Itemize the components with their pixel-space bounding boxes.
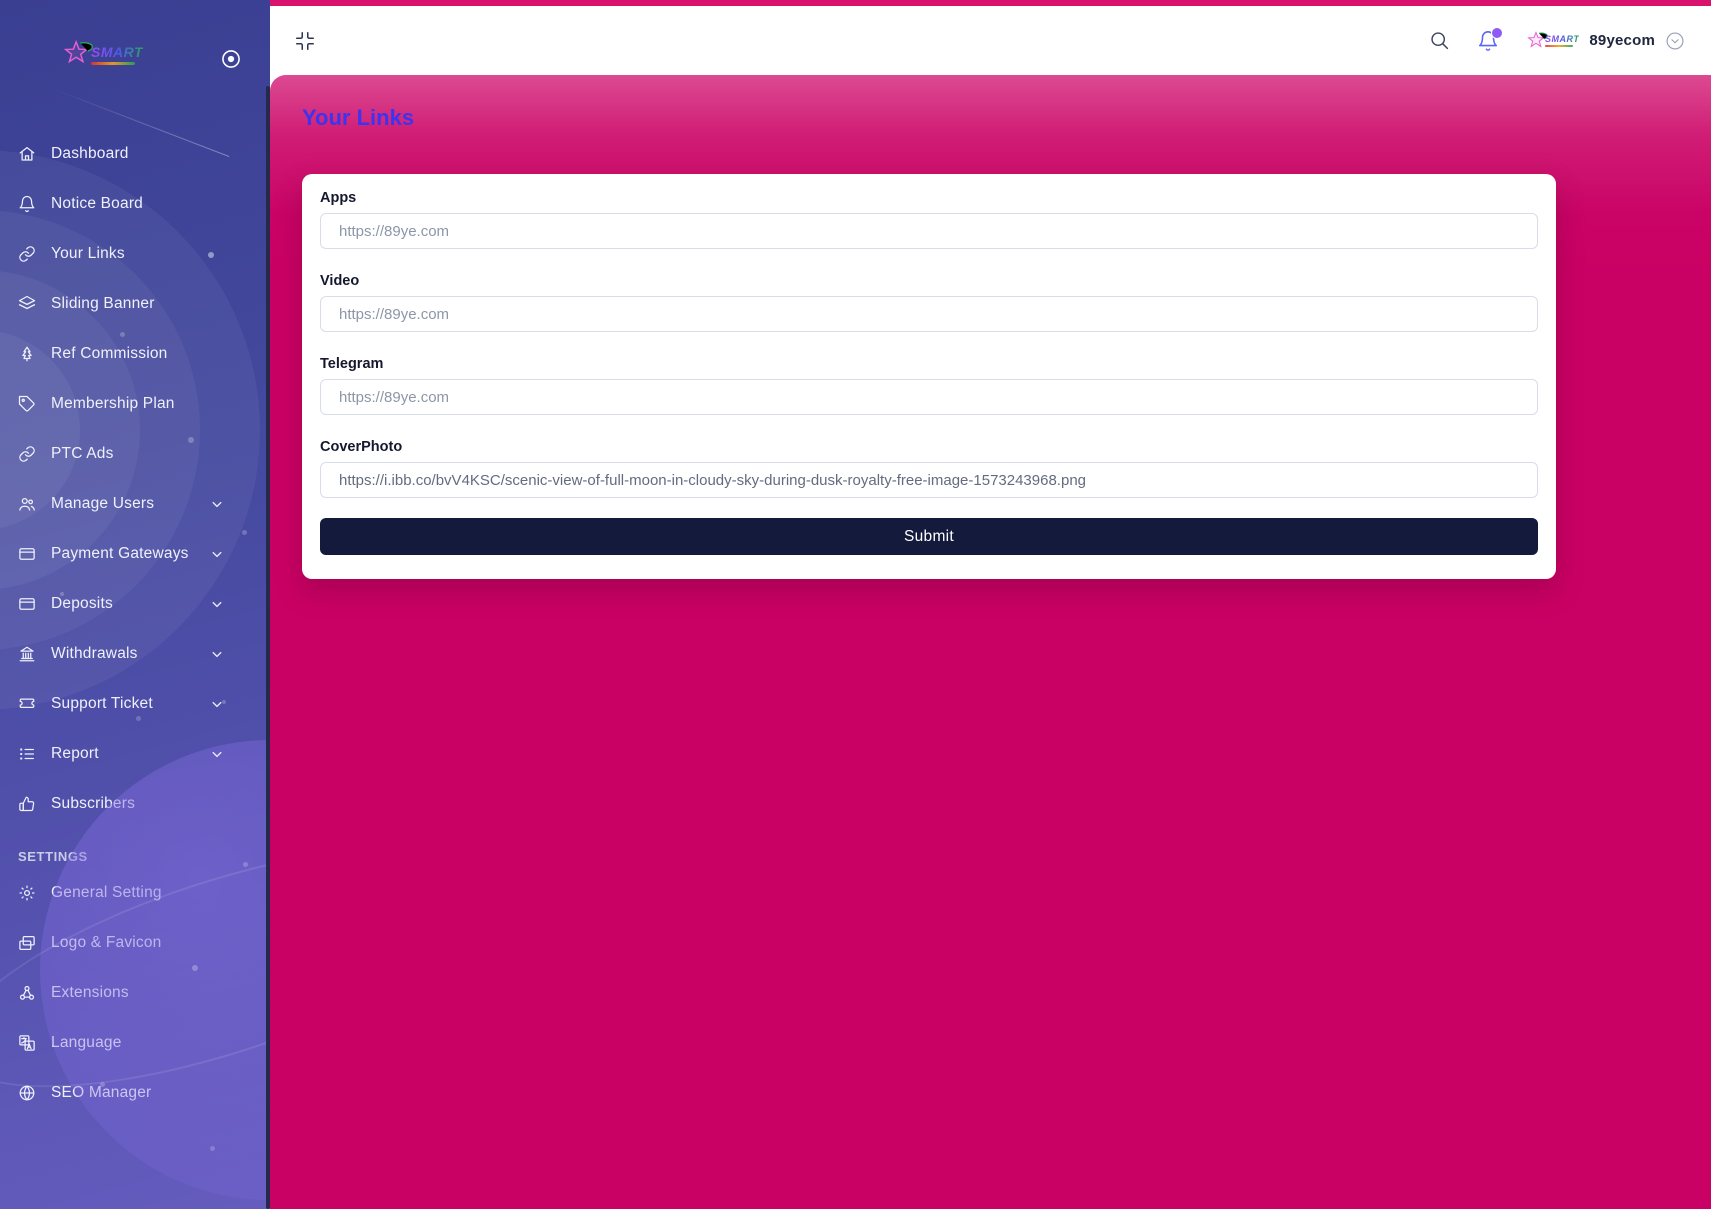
coverphoto-input[interactable] (320, 462, 1538, 498)
apps-field-label: Apps (320, 190, 357, 206)
sidebar-item-label: Support Ticket (51, 695, 153, 712)
brand-logo-underline (1545, 45, 1574, 47)
chevron-down-circle-icon[interactable] (1665, 31, 1685, 51)
sidebar-item-label: Dashboard (51, 145, 129, 162)
sidebar: SMART Dashboard Notice Board Your Links … (0, 0, 270, 1209)
page-title: Your Links (302, 105, 415, 130)
chevron-down-icon (208, 748, 226, 761)
search-button[interactable] (1429, 30, 1450, 51)
username-label: 89yecom (1589, 32, 1655, 49)
decor-dot (243, 862, 248, 867)
chevron-down-icon (208, 698, 226, 711)
submit-button[interactable]: Submit (320, 518, 1538, 555)
brand-logo[interactable]: SMART (62, 37, 143, 71)
thumbs-up-icon (18, 795, 36, 813)
video-input[interactable] (320, 296, 1538, 332)
decor-dot (192, 965, 198, 971)
decor-dot (188, 437, 194, 443)
sidebar-toggle-button[interactable] (220, 48, 242, 70)
chevron-down-icon (208, 648, 226, 661)
content-area: Your Links Apps Video Telegram CoverPhot… (270, 75, 1711, 1209)
coverphoto-field-label: CoverPhoto (320, 439, 403, 455)
images-icon (18, 934, 36, 952)
decor-dot (100, 1082, 105, 1087)
brand-logo-text: SMART (1545, 34, 1580, 44)
decor-dot (136, 716, 141, 721)
content-inner: Your Links Apps Video Telegram CoverPhot… (270, 75, 1711, 579)
topbar: SMART 89yecom (270, 6, 1711, 75)
decor-dot (208, 252, 214, 258)
decor-dot (242, 530, 247, 535)
collapse-sidebar-button[interactable] (294, 30, 316, 52)
main-area: SMART 89yecom Your Links Apps Video Tele… (270, 0, 1711, 1209)
decor-dot (210, 1146, 215, 1151)
video-field-label: Video (320, 273, 360, 289)
chevron-down-icon (208, 598, 226, 611)
telegram-input[interactable] (320, 379, 1538, 415)
brand-logo: SMART (1526, 29, 1579, 53)
chevron-down-icon (208, 498, 226, 511)
decor-dot (60, 592, 64, 596)
notifications-button[interactable] (1477, 26, 1504, 52)
telegram-field-label: Telegram (320, 356, 384, 372)
sidebar-logo-row: SMART (0, 0, 270, 96)
search-icon (1429, 30, 1450, 51)
record-circle-icon (220, 48, 242, 70)
list-icon (18, 745, 36, 763)
sidebar-item-label: Report (51, 745, 99, 762)
gear-icon (18, 884, 36, 902)
topbar-right: SMART 89yecom (1429, 26, 1685, 53)
brand-logo-text: SMART (91, 43, 144, 60)
compress-icon (294, 30, 316, 52)
user-menu[interactable]: SMART 89yecom (1526, 29, 1685, 53)
chevron-down-icon (208, 548, 226, 561)
notification-badge (1491, 26, 1504, 39)
your-links-form-card: Apps Video Telegram CoverPhoto Submit (302, 174, 1556, 579)
decor-dot (120, 332, 125, 337)
brand-logo-underline (91, 61, 135, 65)
apps-input[interactable] (320, 213, 1538, 249)
